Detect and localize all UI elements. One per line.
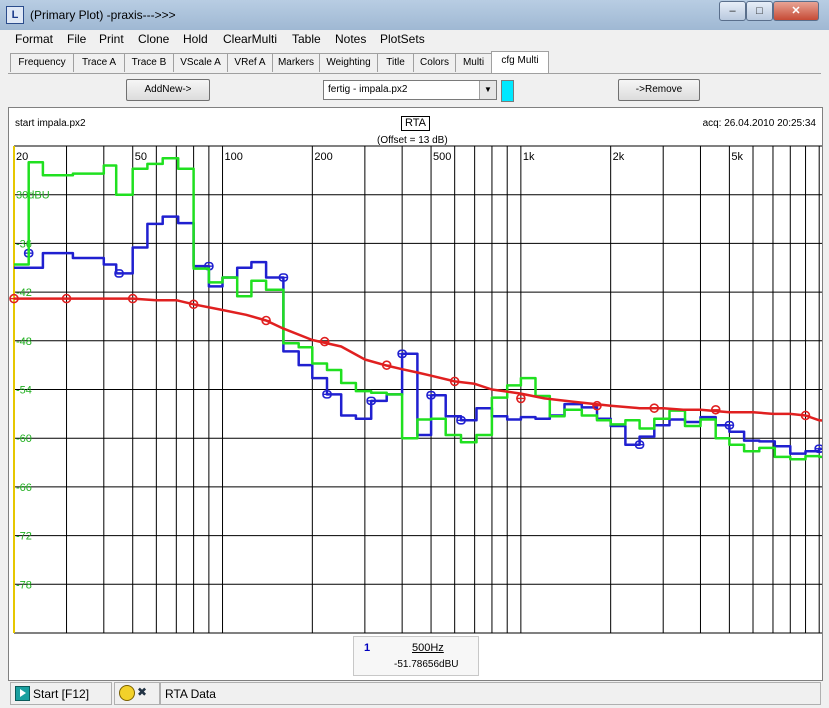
file-select[interactable]: fertig - impala.px2 ▼ bbox=[323, 80, 497, 100]
status-bar: Start [F12] ✖ RTA Data bbox=[8, 681, 821, 705]
x-tick-label: 1k bbox=[523, 151, 535, 163]
x-tick-label: 100 bbox=[225, 151, 243, 163]
readout-index: 1 bbox=[364, 642, 371, 654]
tab-trace-b[interactable]: Trace B bbox=[124, 53, 174, 72]
readout-value: -51.78656dBU bbox=[394, 659, 459, 670]
app-icon[interactable]: L bbox=[6, 6, 24, 24]
x-tick-label: 200 bbox=[314, 151, 332, 163]
status-icons: ✖ bbox=[114, 682, 160, 705]
tab-markers[interactable]: Markers bbox=[272, 53, 320, 72]
menu-notes[interactable]: Notes bbox=[335, 32, 366, 46]
y-tick-label: -54 bbox=[16, 385, 32, 397]
gauge-icon[interactable] bbox=[119, 685, 135, 701]
tab-bar: Frequency Trace A Trace B VScale A VRef … bbox=[8, 51, 821, 73]
cursor-readout: 1 500Hz -51.78656dBU bbox=[353, 636, 479, 676]
x-tick-label: 5k bbox=[731, 151, 743, 163]
menu-plotsets[interactable]: PlotSets bbox=[380, 32, 425, 46]
tab-cfg-multi[interactable]: cfg Multi bbox=[491, 51, 549, 73]
tab-multi[interactable]: Multi bbox=[455, 53, 492, 72]
y-tick-label: -66 bbox=[16, 482, 32, 494]
tab-weighting[interactable]: Weighting bbox=[319, 53, 378, 72]
x-tick-label: 50 bbox=[135, 151, 147, 163]
chevron-down-icon[interactable]: ▼ bbox=[479, 81, 496, 99]
menu-format[interactable]: Format bbox=[15, 32, 53, 46]
file-select-value: fertig - impala.px2 bbox=[328, 84, 408, 95]
tab-frequency[interactable]: Frequency bbox=[10, 53, 74, 72]
status-mode: RTA Data bbox=[160, 682, 821, 705]
title-bar[interactable]: L (Primary Plot) -praxis--->>> – □ ✕ bbox=[0, 0, 829, 30]
y-tick-label: 30dBU bbox=[16, 190, 50, 202]
menu-file[interactable]: File bbox=[67, 32, 86, 46]
y-tick-label: -60 bbox=[16, 433, 32, 445]
plug-icon[interactable]: ✖ bbox=[137, 685, 151, 699]
x-tick-label: 10k bbox=[821, 151, 822, 163]
readout-frequency: 500Hz bbox=[412, 642, 444, 654]
minimize-icon[interactable]: – bbox=[719, 1, 746, 21]
x-tick-label: 20 bbox=[16, 151, 28, 163]
tab-trace-a[interactable]: Trace A bbox=[73, 53, 125, 72]
menu-clearmulti[interactable]: ClearMulti bbox=[223, 32, 277, 46]
start-button[interactable]: Start [F12] bbox=[10, 682, 112, 705]
y-tick-label: -72 bbox=[16, 531, 32, 543]
tab-title[interactable]: Title bbox=[377, 53, 414, 72]
menu-print[interactable]: Print bbox=[99, 32, 124, 46]
menu-hold[interactable]: Hold bbox=[183, 32, 208, 46]
menu-bar: Format File Print Clone Hold ClearMulti … bbox=[8, 30, 821, 50]
rta-plot[interactable]: 20501002005001k2k5k10k30dBU-36-42-48-54-… bbox=[9, 108, 822, 680]
start-label: Start [F12] bbox=[33, 687, 90, 701]
maximize-icon[interactable]: □ bbox=[746, 1, 773, 21]
window-title: (Primary Plot) -praxis--->>> bbox=[30, 8, 176, 22]
x-tick-label: 500 bbox=[433, 151, 451, 163]
toolbar: AddNew-> fertig - impala.px2 ▼ ->Remove bbox=[8, 73, 821, 106]
tab-colors[interactable]: Colors bbox=[413, 53, 456, 72]
plot-panel[interactable]: start impala.px2 RTA (Offset = 13 dB) ac… bbox=[8, 107, 823, 681]
menu-clone[interactable]: Clone bbox=[138, 32, 169, 46]
status-mode-label: RTA Data bbox=[165, 687, 216, 701]
remove-button[interactable]: ->Remove bbox=[618, 79, 700, 101]
close-icon[interactable]: ✕ bbox=[773, 1, 819, 21]
play-icon bbox=[15, 686, 30, 701]
menu-table[interactable]: Table bbox=[292, 32, 321, 46]
tab-vref-a[interactable]: VRef A bbox=[227, 53, 273, 72]
color-swatch[interactable] bbox=[501, 80, 514, 102]
add-new-button[interactable]: AddNew-> bbox=[126, 79, 210, 101]
y-tick-label: -48 bbox=[16, 336, 32, 348]
tab-vscale-a[interactable]: VScale A bbox=[173, 53, 228, 72]
x-tick-label: 2k bbox=[613, 151, 625, 163]
y-tick-label: -78 bbox=[16, 579, 32, 591]
